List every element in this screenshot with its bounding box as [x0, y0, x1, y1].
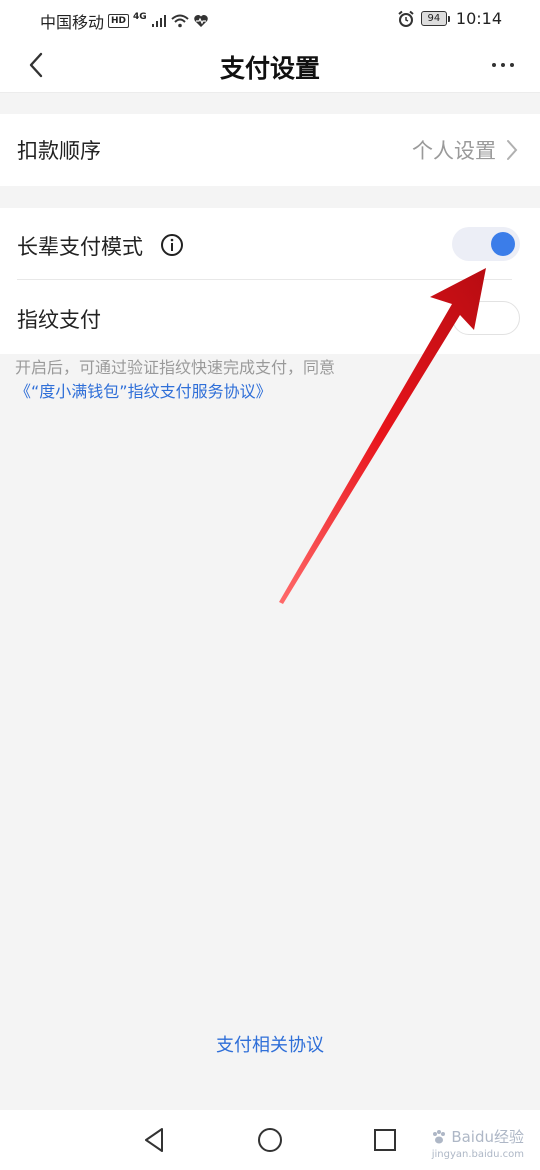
deduction-order-row[interactable]: 扣款顺序 个人设置	[0, 114, 540, 186]
baidu-watermark: Baidu经验 jingyan.baidu.com	[431, 1128, 524, 1164]
alarm-icon	[398, 10, 414, 27]
home-circle-icon[interactable]	[255, 1125, 285, 1155]
fingerprint-description-text: 开启后，可通过验证指纹快速完成支付，同意	[15, 358, 336, 377]
elder-mode-toggle[interactable]	[452, 227, 520, 261]
chevron-right-icon	[507, 140, 518, 160]
fingerprint-description: 开启后，可通过验证指纹快速完成支付，同意 《“度小满钱包”指纹支付服务协议》	[15, 356, 525, 404]
carrier-name: 中国移动	[40, 13, 105, 32]
back-triangle-icon[interactable]	[140, 1125, 170, 1155]
nav-bar: 支付设置	[0, 38, 540, 93]
deduction-card: 扣款顺序 个人设置	[0, 114, 540, 186]
network-type: 4G	[133, 12, 147, 22]
payment-agreements-link[interactable]: 支付相关协议	[0, 1031, 540, 1057]
payment-mode-card: 长辈支付模式 指纹支付	[0, 208, 540, 354]
clock-time: 10:14	[455, 9, 502, 28]
signal-icon	[151, 15, 166, 27]
page-title: 支付设置	[219, 54, 320, 83]
fingerprint-toggle[interactable]	[452, 301, 520, 335]
battery-level: 94	[420, 11, 447, 26]
watermark-sub: jingyan.baidu.com	[431, 1149, 524, 1160]
fingerprint-row: 指纹支付	[0, 280, 540, 354]
status-bar: 中国移动 HD 4G 94 10:14	[0, 0, 540, 38]
watermark-text: Baidu经验	[451, 1128, 524, 1146]
more-horizontal-icon[interactable]	[488, 50, 518, 80]
wifi-icon	[171, 14, 189, 28]
hd-badge: HD	[108, 14, 130, 28]
status-right: 94 10:14	[397, 9, 502, 28]
elder-mode-label: 长辈支付模式	[17, 235, 143, 259]
health-heart-icon	[193, 15, 208, 27]
deduction-order-value: 个人设置	[412, 139, 496, 163]
deduction-order-label: 扣款顺序	[17, 139, 101, 163]
recents-square-icon[interactable]	[370, 1125, 400, 1155]
paw-logo-icon	[432, 1130, 445, 1144]
fingerprint-agreement-link[interactable]: 《“度小满钱包”指纹支付服务协议》	[15, 380, 525, 404]
info-icon[interactable]	[160, 233, 184, 257]
status-left: 中国移动 HD 4G	[40, 9, 209, 33]
toggle-knob	[491, 232, 515, 256]
fingerprint-label: 指纹支付	[17, 308, 101, 332]
elder-mode-row: 长辈支付模式	[0, 208, 540, 280]
battery-icon: 94	[420, 11, 450, 26]
